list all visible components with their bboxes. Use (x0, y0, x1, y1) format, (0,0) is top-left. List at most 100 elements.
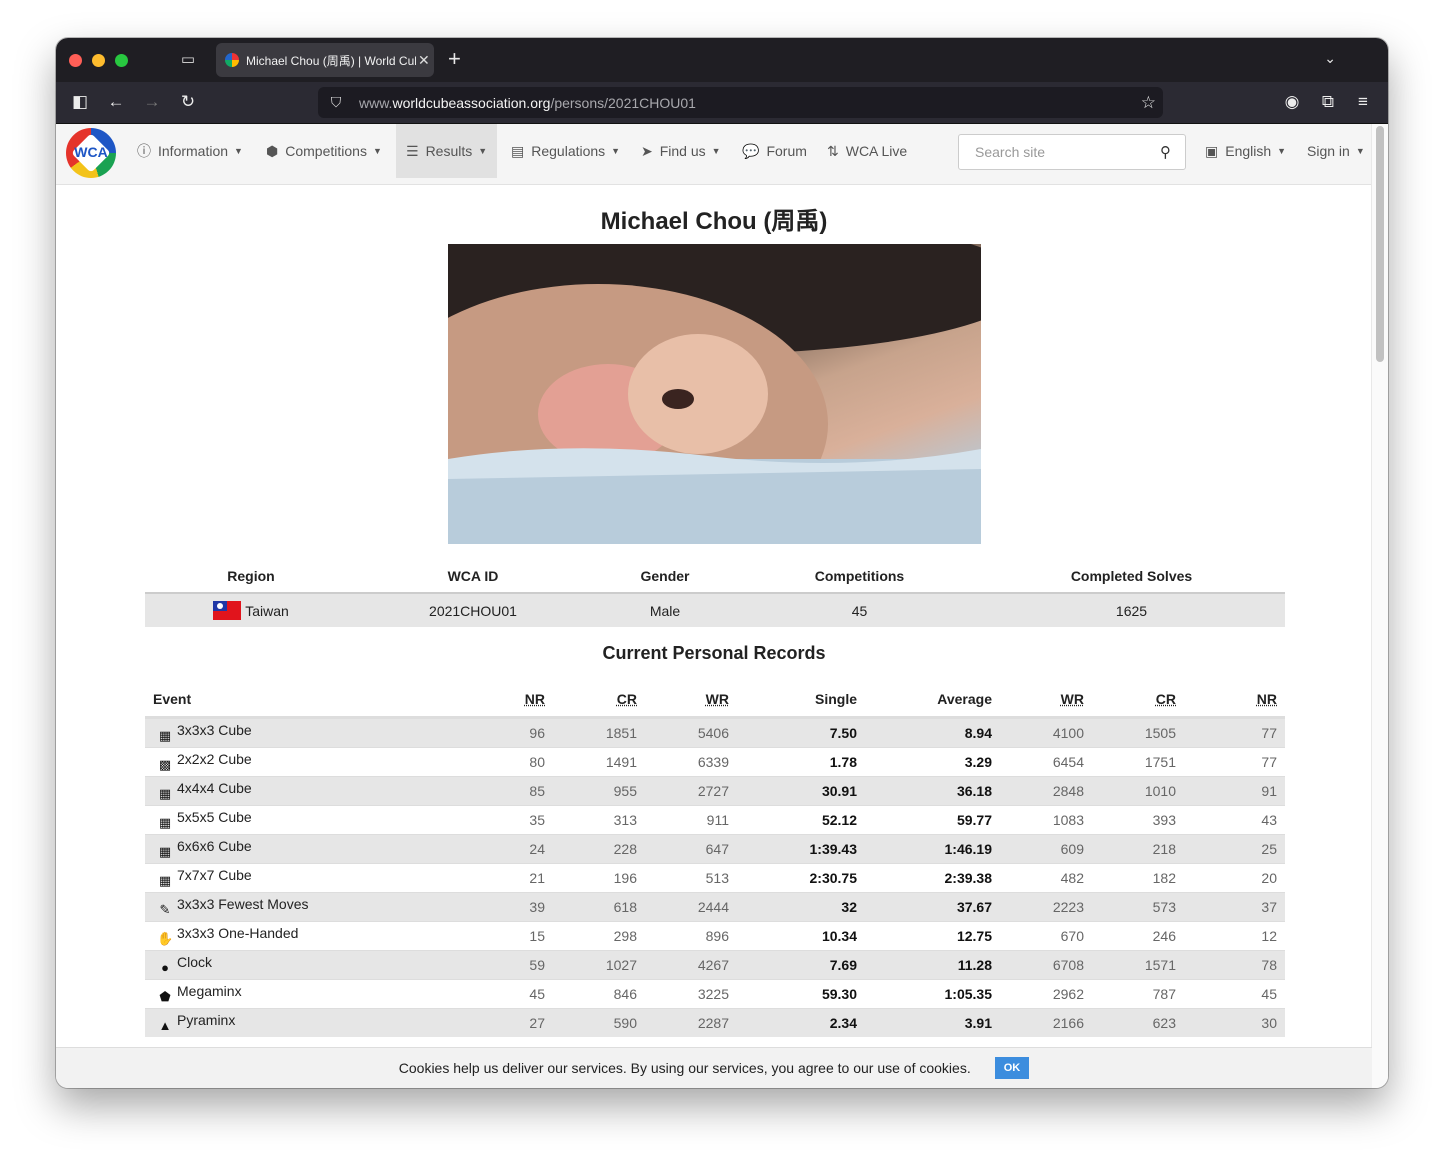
forward-icon[interactable]: → (141, 91, 163, 113)
nr-single-header[interactable]: NR (477, 682, 553, 719)
zoom-window-button[interactable] (115, 54, 128, 67)
event-name[interactable]: Clock (177, 954, 212, 970)
single-cell[interactable]: 10.34 (737, 921, 865, 951)
language-icon: ▣ (1205, 142, 1219, 159)
reload-icon[interactable]: ↻ (177, 91, 199, 113)
nr-average-header[interactable]: NR (1184, 682, 1285, 719)
event-cell[interactable]: ▦ 6x6x6 Cube (145, 834, 477, 864)
nav-information[interactable]: ⓘ Information ▼ (137, 124, 243, 178)
wr-cell: 6339 (645, 747, 737, 777)
single-cell[interactable]: 1.78 (737, 747, 865, 777)
event-cell[interactable]: ✋ 3x3x3 One-Handed (145, 921, 477, 951)
url-text[interactable]: www.worldcubeassociation.org/persons/202… (359, 95, 696, 111)
region-cell: Taiwan (145, 592, 357, 627)
single-cell[interactable]: 32 (737, 892, 865, 922)
nr2-cell: 78 (1184, 950, 1285, 980)
search-icon[interactable]: ⚲ (1160, 143, 1171, 161)
nav-sign-in[interactable]: Sign in ▼ (1307, 124, 1365, 178)
average-cell[interactable]: 36.18 (865, 776, 1000, 806)
window-controls (69, 54, 128, 67)
single-cell[interactable]: 30.91 (737, 776, 865, 806)
average-cell[interactable]: 37.67 (865, 892, 1000, 922)
page-scrollbar[interactable] (1371, 124, 1388, 1088)
event-cell[interactable]: ▦ 5x5x5 Cube (145, 805, 477, 835)
extensions-icon[interactable]: ⧉ (1317, 91, 1339, 113)
minimize-window-button[interactable] (92, 54, 105, 67)
bookmark-star-icon[interactable]: ☆ (1141, 93, 1156, 113)
event-cell[interactable]: ● Clock (145, 950, 477, 980)
average-cell[interactable]: 11.28 (865, 950, 1000, 980)
scrollbar-thumb[interactable] (1376, 126, 1384, 362)
nav-find-us[interactable]: ➤ Find us ▼ (641, 124, 721, 178)
event-name[interactable]: 3x3x3 One-Handed (177, 925, 298, 941)
single-cell[interactable]: 1:39.43 (737, 834, 865, 864)
chevron-down-icon[interactable]: ⌄ (1324, 50, 1336, 67)
back-icon[interactable]: ← (105, 91, 127, 113)
new-tab-icon[interactable]: + (448, 48, 461, 70)
cr-single-header[interactable]: CR (553, 682, 645, 719)
event-name[interactable]: 4x4x4 Cube (177, 780, 252, 796)
event-name[interactable]: 5x5x5 Cube (177, 809, 252, 825)
average-cell[interactable]: 3.29 (865, 747, 1000, 777)
menu-icon[interactable]: ≡ (1352, 91, 1374, 113)
single-cell[interactable]: 2:30.75 (737, 863, 865, 893)
event-name[interactable]: Pyraminx (177, 1012, 235, 1028)
tab-overview-icon[interactable]: ▭ (178, 50, 198, 70)
close-window-button[interactable] (69, 54, 82, 67)
average-cell[interactable]: 8.94 (865, 717, 1000, 748)
event-name[interactable]: Megaminx (177, 983, 242, 999)
cr-cell: 228 (553, 834, 645, 864)
shield-icon: ⛉ (330, 94, 342, 110)
nav-competitions[interactable]: ⬢ Competitions ▼ (266, 124, 382, 178)
event-name[interactable]: 3x3x3 Fewest Moves (177, 896, 309, 912)
event-cell[interactable]: ▲ Pyraminx (145, 1008, 477, 1037)
average-cell[interactable]: 2:39.38 (865, 863, 1000, 893)
sidebar-icon[interactable]: ◧ (69, 91, 91, 113)
wca-logo[interactable]: WCA (66, 128, 116, 178)
average-cell[interactable]: 3.91 (865, 1008, 1000, 1037)
cookie-ok-button[interactable]: OK (994, 1057, 1030, 1079)
nav-regulations[interactable]: ▤ Regulations ▼ (511, 124, 620, 178)
cr-average-header[interactable]: CR (1092, 682, 1184, 719)
close-tab-icon[interactable]: ✕ (418, 52, 430, 69)
event-cell[interactable]: ⬟ Megaminx (145, 979, 477, 1009)
single-cell[interactable]: 59.30 (737, 979, 865, 1009)
nav-forum[interactable]: 💬 Forum (742, 124, 807, 178)
average-cell[interactable]: 12.75 (865, 921, 1000, 951)
average-cell[interactable]: 1:05.35 (865, 979, 1000, 1009)
wr-single-header[interactable]: WR (645, 682, 737, 719)
wr-cell: 896 (645, 921, 737, 951)
event-name[interactable]: 3x3x3 Cube (177, 722, 252, 738)
single-cell[interactable]: 2.34 (737, 1008, 865, 1037)
event-name[interactable]: 7x7x7 Cube (177, 867, 252, 883)
wca-navbar: WCA ⓘ Information ▼ ⬢ Competitions ▼ ☰ Result… (56, 124, 1372, 185)
single-cell[interactable]: 7.50 (737, 717, 865, 748)
event-cell[interactable]: ▦ 4x4x4 Cube (145, 776, 477, 806)
wr-average-header[interactable]: WR (1000, 682, 1092, 719)
address-bar[interactable]: ⛉ www.worldcubeassociation.org/persons/2… (318, 87, 1163, 118)
cr2-cell: 182 (1092, 863, 1184, 893)
nav-wca-live[interactable]: ⇅ WCA Live (827, 124, 907, 178)
event-cell[interactable]: ▩ 2x2x2 Cube (145, 747, 477, 777)
region-header: Region (227, 568, 275, 584)
browser-window: ▭ Michael Chou (周禹) | World Cub ✕ + ⌄ ◧ … (56, 38, 1388, 1088)
nr-cell: 35 (477, 805, 553, 835)
event-name[interactable]: 2x2x2 Cube (177, 751, 252, 767)
event-cell[interactable]: ✎ 3x3x3 Fewest Moves (145, 892, 477, 922)
browser-tab[interactable]: Michael Chou (周禹) | World Cub ✕ (216, 43, 434, 77)
tab-bar: ▭ Michael Chou (周禹) | World Cub ✕ + ⌄ (56, 38, 1388, 82)
cr-cell: 196 (553, 863, 645, 893)
single-cell[interactable]: 7.69 (737, 950, 865, 980)
event-name[interactable]: 6x6x6 Cube (177, 838, 252, 854)
cr-cell: 846 (553, 979, 645, 1009)
average-cell[interactable]: 59.77 (865, 805, 1000, 835)
average-cell[interactable]: 1:46.19 (865, 834, 1000, 864)
nav-results[interactable]: ☰ Results ▼ (396, 124, 498, 178)
single-cell[interactable]: 52.12 (737, 805, 865, 835)
search-input[interactable] (973, 143, 1147, 161)
nav-language[interactable]: ▣ English ▼ (1205, 124, 1286, 178)
event-cell[interactable]: ▦ 7x7x7 Cube (145, 863, 477, 893)
event-cell[interactable]: ▦ 3x3x3 Cube (145, 717, 477, 748)
nr-cell: 59 (477, 950, 553, 980)
account-icon[interactable]: ◉ (1281, 91, 1303, 113)
